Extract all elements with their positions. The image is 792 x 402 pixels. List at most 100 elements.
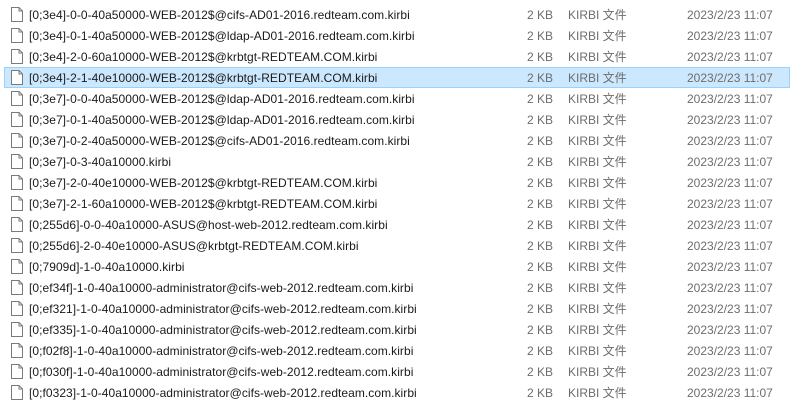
file-type: KIRBI 文件 xyxy=(568,113,627,127)
document-icon xyxy=(11,112,23,127)
document-icon xyxy=(11,7,23,22)
file-date: 2023/2/23 11:07 xyxy=(687,280,773,295)
document-icon xyxy=(11,280,23,295)
file-type: KIRBI 文件 xyxy=(568,92,627,106)
file-name: [0;3e7]-2-1-60a10000-WEB-2012$@krbtgt-RE… xyxy=(29,196,378,211)
document-icon xyxy=(11,322,23,337)
file-date: 2023/2/23 11:07 xyxy=(687,385,773,400)
document-icon xyxy=(11,175,23,190)
file-name: [0;3e4]-0-0-40a50000-WEB-2012$@cifs-AD01… xyxy=(29,7,410,22)
file-row[interactable]: [0;f030f]-1-0-40a10000-administrator@cif… xyxy=(4,361,790,382)
file-size: 2 KB xyxy=(526,28,553,43)
file-type: KIRBI 文件 xyxy=(568,197,627,211)
file-type: KIRBI 文件 xyxy=(568,134,627,148)
file-size: 2 KB xyxy=(526,7,553,22)
file-row[interactable]: [0;ef34f]-1-0-40a10000-administrator@cif… xyxy=(4,277,790,298)
file-name: [0;f030f]-1-0-40a10000-administrator@cif… xyxy=(29,364,414,379)
file-type: KIRBI 文件 xyxy=(568,176,627,190)
file-size: 2 KB xyxy=(526,133,553,148)
file-date: 2023/2/23 11:07 xyxy=(687,133,773,148)
document-icon xyxy=(11,196,23,211)
file-date: 2023/2/23 11:07 xyxy=(687,301,773,316)
file-row[interactable]: [0;3e7]-0-3-40a10000.kirbi 2 KB KIRBI 文件… xyxy=(4,151,790,172)
file-name: [0;3e7]-2-0-40e10000-WEB-2012$@krbtgt-RE… xyxy=(29,175,378,190)
file-row[interactable]: [0;3e4]-0-1-40a50000-WEB-2012$@ldap-AD01… xyxy=(4,25,790,46)
file-type: KIRBI 文件 xyxy=(568,365,627,379)
file-row[interactable]: [0;3e4]-0-0-40a50000-WEB-2012$@cifs-AD01… xyxy=(4,4,790,25)
file-size: 2 KB xyxy=(526,154,553,169)
file-type: KIRBI 文件 xyxy=(568,155,627,169)
file-name: [0;255d6]-0-0-40a10000-ASUS@host-web-201… xyxy=(29,217,388,232)
document-icon xyxy=(11,133,23,148)
document-icon xyxy=(11,343,23,358)
file-name: [0;7909d]-1-0-40a10000.kirbi xyxy=(29,259,185,274)
file-size: 2 KB xyxy=(526,175,553,190)
file-date: 2023/2/23 11:07 xyxy=(687,322,773,337)
file-type: KIRBI 文件 xyxy=(568,8,627,22)
file-row[interactable]: [0;255d6]-0-0-40a10000-ASUS@host-web-201… xyxy=(4,214,790,235)
file-type: KIRBI 文件 xyxy=(568,302,627,316)
file-size: 2 KB xyxy=(526,70,553,85)
file-type: KIRBI 文件 xyxy=(568,386,627,400)
file-row[interactable]: [0;3e7]-2-1-60a10000-WEB-2012$@krbtgt-RE… xyxy=(4,193,790,214)
file-row[interactable]: [0;ef335]-1-0-40a10000-administrator@cif… xyxy=(4,319,790,340)
document-icon xyxy=(11,91,23,106)
file-date: 2023/2/23 11:07 xyxy=(687,238,773,253)
file-size: 2 KB xyxy=(526,301,553,316)
file-row[interactable]: [0;3e7]-0-0-40a50000-WEB-2012$@ldap-AD01… xyxy=(4,88,790,109)
file-date: 2023/2/23 11:07 xyxy=(687,343,773,358)
file-type: KIRBI 文件 xyxy=(568,281,627,295)
file-date: 2023/2/23 11:07 xyxy=(687,49,773,64)
file-size: 2 KB xyxy=(526,196,553,211)
file-name: [0;3e4]-0-1-40a50000-WEB-2012$@ldap-AD01… xyxy=(29,28,415,43)
file-name: [0;3e7]-0-2-40a50000-WEB-2012$@cifs-AD01… xyxy=(29,133,410,148)
file-date: 2023/2/23 11:07 xyxy=(687,7,773,22)
file-row[interactable]: [0;3e4]-2-0-60a10000-WEB-2012$@krbtgt-RE… xyxy=(4,46,790,67)
file-name: [0;ef335]-1-0-40a10000-administrator@cif… xyxy=(29,322,417,337)
file-size: 2 KB xyxy=(526,385,553,400)
file-type: KIRBI 文件 xyxy=(568,71,627,85)
file-row[interactable]: [0;3e7]-0-1-40a50000-WEB-2012$@ldap-AD01… xyxy=(4,109,790,130)
file-row[interactable]: [0;f0323]-1-0-40a10000-administrator@cif… xyxy=(4,382,790,402)
document-icon xyxy=(11,259,23,274)
file-list: [0;3e4]-0-0-40a50000-WEB-2012$@cifs-AD01… xyxy=(0,0,792,402)
file-date: 2023/2/23 11:07 xyxy=(687,112,773,127)
file-name: [0;f0323]-1-0-40a10000-administrator@cif… xyxy=(29,385,417,400)
document-icon xyxy=(11,238,23,253)
file-date: 2023/2/23 11:07 xyxy=(687,28,773,43)
file-date: 2023/2/23 11:07 xyxy=(687,259,773,274)
file-name: [0;3e7]-0-1-40a50000-WEB-2012$@ldap-AD01… xyxy=(29,112,415,127)
document-icon xyxy=(11,301,23,316)
file-date: 2023/2/23 11:07 xyxy=(687,217,773,232)
file-type: KIRBI 文件 xyxy=(568,260,627,274)
file-type: KIRBI 文件 xyxy=(568,50,627,64)
file-date: 2023/2/23 11:07 xyxy=(687,70,773,85)
document-icon xyxy=(11,70,23,85)
file-row[interactable]: [0;255d6]-2-0-40e10000-ASUS@krbtgt-REDTE… xyxy=(4,235,790,256)
file-row[interactable]: [0;3e7]-0-2-40a50000-WEB-2012$@cifs-AD01… xyxy=(4,130,790,151)
file-name: [0;ef321]-1-0-40a10000-administrator@cif… xyxy=(29,301,417,316)
document-icon xyxy=(11,217,23,232)
document-icon xyxy=(11,154,23,169)
file-size: 2 KB xyxy=(526,259,553,274)
file-date: 2023/2/23 11:07 xyxy=(687,175,773,190)
file-row[interactable]: [0;3e7]-2-0-40e10000-WEB-2012$@krbtgt-RE… xyxy=(4,172,790,193)
file-name: [0;3e4]-2-1-40e10000-WEB-2012$@krbtgt-RE… xyxy=(29,70,378,85)
file-name: [0;3e7]-0-0-40a50000-WEB-2012$@ldap-AD01… xyxy=(29,91,415,106)
file-type: KIRBI 文件 xyxy=(568,323,627,337)
file-row[interactable]: [0;7909d]-1-0-40a10000.kirbi 2 KB KIRBI … xyxy=(4,256,790,277)
file-row[interactable]: [0;3e4]-2-1-40e10000-WEB-2012$@krbtgt-RE… xyxy=(4,67,790,88)
file-size: 2 KB xyxy=(526,238,553,253)
file-row[interactable]: [0;ef321]-1-0-40a10000-administrator@cif… xyxy=(4,298,790,319)
file-size: 2 KB xyxy=(526,112,553,127)
file-type: KIRBI 文件 xyxy=(568,344,627,358)
document-icon xyxy=(11,49,23,64)
document-icon xyxy=(11,385,23,400)
file-name: [0;3e4]-2-0-60a10000-WEB-2012$@krbtgt-RE… xyxy=(29,49,378,64)
document-icon xyxy=(11,28,23,43)
file-date: 2023/2/23 11:07 xyxy=(687,196,773,211)
document-icon xyxy=(11,364,23,379)
file-size: 2 KB xyxy=(526,343,553,358)
file-size: 2 KB xyxy=(526,49,553,64)
file-row[interactable]: [0;f02f8]-1-0-40a10000-administrator@cif… xyxy=(4,340,790,361)
